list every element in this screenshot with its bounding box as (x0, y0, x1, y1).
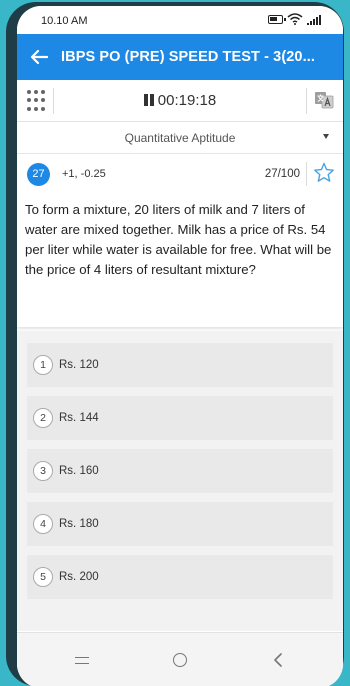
phone-frame: 10.10 AM IBPS PO (PRE) SPEED TEST - 3(20… (6, 2, 344, 686)
star-icon[interactable] (312, 161, 336, 185)
option-number: 2 (33, 408, 53, 428)
divider (306, 162, 307, 186)
option-number: 4 (33, 514, 53, 534)
timer-value: 00:19:18 (157, 92, 217, 109)
option-text: Rs. 144 (59, 412, 99, 424)
signal-icon (307, 14, 321, 25)
recent-apps-icon[interactable] (75, 657, 89, 664)
status-icons (268, 13, 321, 25)
options-list: 1 Rs. 120 2 Rs. 144 3 Rs. 160 4 Rs. 180 … (17, 331, 343, 631)
option-text: Rs. 160 (59, 465, 99, 477)
question-header: 27 +1, -0.25 27/100 (17, 154, 343, 194)
marking-scheme: +1, -0.25 (62, 168, 106, 180)
divider (306, 88, 307, 114)
dropdown-arrow-icon[interactable] (323, 134, 329, 139)
question-text: To form a mixture, 20 liters of milk and… (17, 194, 343, 327)
question-progress: 27/100 (264, 168, 300, 180)
screen: 10.10 AM IBPS PO (PRE) SPEED TEST - 3(20… (17, 6, 343, 686)
battery-icon (268, 14, 286, 24)
pause-icon[interactable] (143, 94, 154, 106)
option-number: 5 (33, 567, 53, 587)
nav-back-icon[interactable] (272, 652, 284, 668)
back-arrow-icon[interactable] (17, 34, 61, 80)
app-bar: IBPS PO (PRE) SPEED TEST - 3(20... (17, 34, 343, 80)
timer[interactable]: 00:19:18 (17, 92, 343, 109)
system-nav-bar (17, 632, 343, 686)
option-text: Rs. 120 (59, 359, 99, 371)
home-icon[interactable] (173, 653, 187, 667)
section-selector[interactable]: Quantitative Aptitude (17, 122, 343, 154)
section-label: Quantitative Aptitude (124, 131, 236, 145)
translate-icon[interactable] (314, 90, 334, 110)
test-toolbar: 00:19:18 (17, 80, 343, 122)
option-3[interactable]: 3 Rs. 160 (27, 449, 333, 493)
option-4[interactable]: 4 Rs. 180 (27, 502, 333, 546)
option-1[interactable]: 1 Rs. 120 (27, 343, 333, 387)
option-5[interactable]: 5 Rs. 200 (27, 555, 333, 599)
option-number: 3 (33, 461, 53, 481)
question-number-badge: 27 (27, 163, 50, 186)
status-bar: 10.10 AM (17, 6, 343, 34)
wifi-icon (287, 13, 303, 25)
option-2[interactable]: 2 Rs. 144 (27, 396, 333, 440)
app-title: IBPS PO (PRE) SPEED TEST - 3(20... (61, 49, 315, 65)
status-time: 10.10 AM (41, 15, 88, 27)
option-text: Rs. 200 (59, 571, 99, 583)
option-number: 1 (33, 355, 53, 375)
option-text: Rs. 180 (59, 518, 99, 530)
